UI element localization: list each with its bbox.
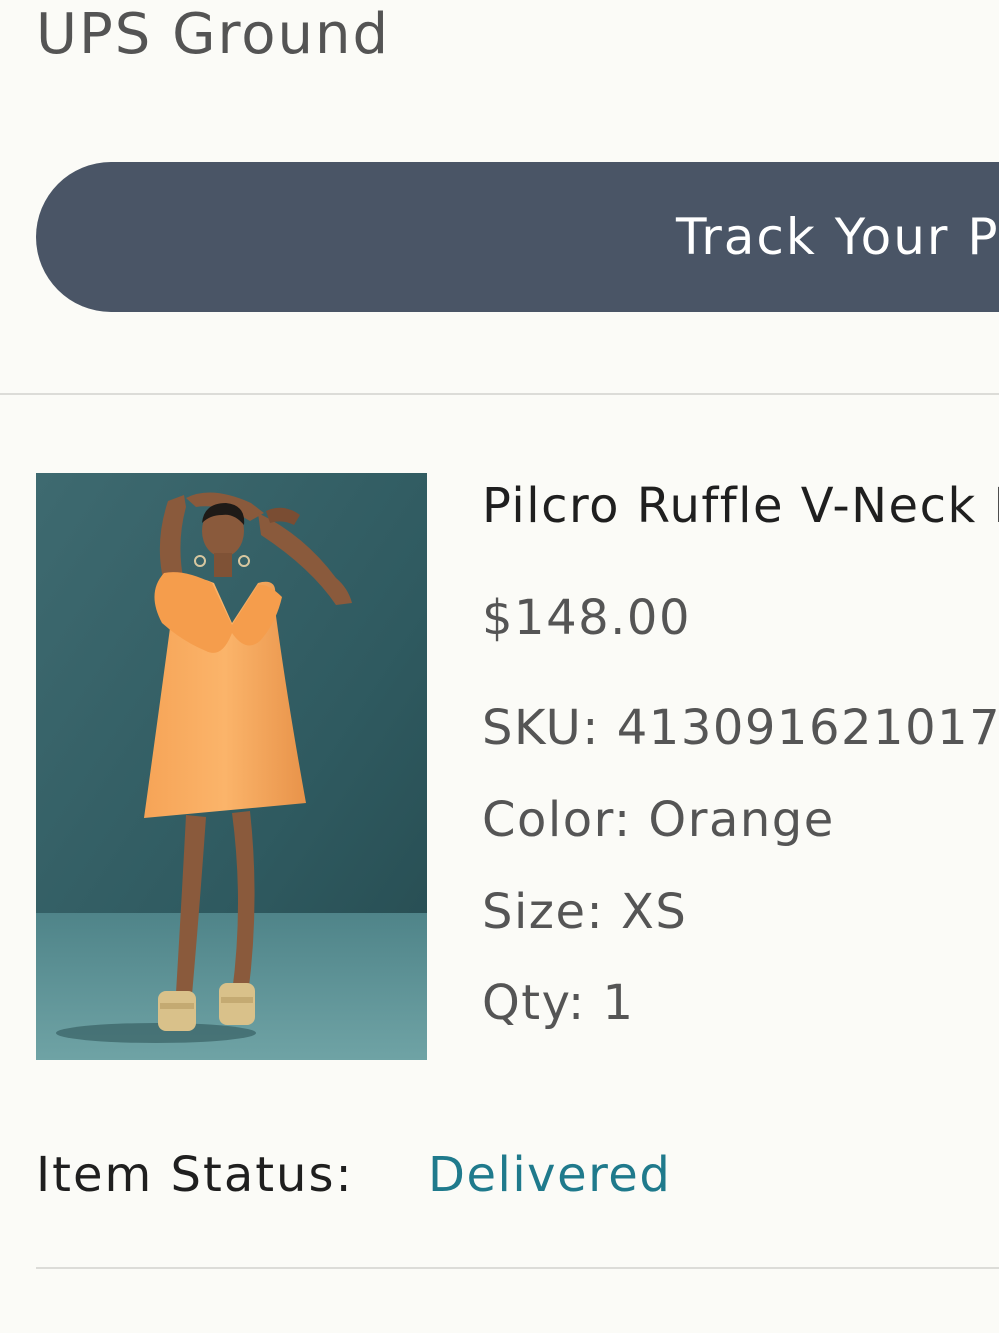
item-status-label: Item Status:	[36, 1147, 354, 1203]
order-details-page: UPS Ground Track Your Package	[0, 0, 999, 1333]
track-package-button[interactable]: Track Your Package	[36, 162, 999, 312]
item-price: $148.00	[482, 590, 691, 646]
item-color: Color: Orange	[482, 792, 835, 848]
section-divider	[36, 1267, 999, 1269]
shipping-carrier: UPS Ground	[36, 2, 391, 67]
product-photo-orange-dress	[36, 473, 427, 1060]
color-value: Orange	[648, 792, 835, 848]
section-divider	[0, 393, 999, 395]
size-value: XS	[620, 884, 688, 940]
sku-value: 4130916210170	[616, 700, 999, 756]
item-sku: SKU: 4130916210170	[482, 700, 999, 756]
qty-label: Qty:	[482, 975, 586, 1031]
item-qty: Qty: 1	[482, 975, 635, 1031]
product-image[interactable]	[36, 473, 427, 1060]
size-label: Size:	[482, 884, 605, 940]
item-status-value: Delivered	[428, 1147, 672, 1203]
track-package-label: Track Your Package	[676, 208, 999, 266]
sku-label: SKU:	[482, 700, 600, 756]
item-name[interactable]: Pilcro Ruffle V-Neck Mini Dress	[482, 478, 999, 534]
color-label: Color:	[482, 792, 632, 848]
qty-value: 1	[602, 975, 635, 1031]
item-size: Size: XS	[482, 884, 687, 940]
